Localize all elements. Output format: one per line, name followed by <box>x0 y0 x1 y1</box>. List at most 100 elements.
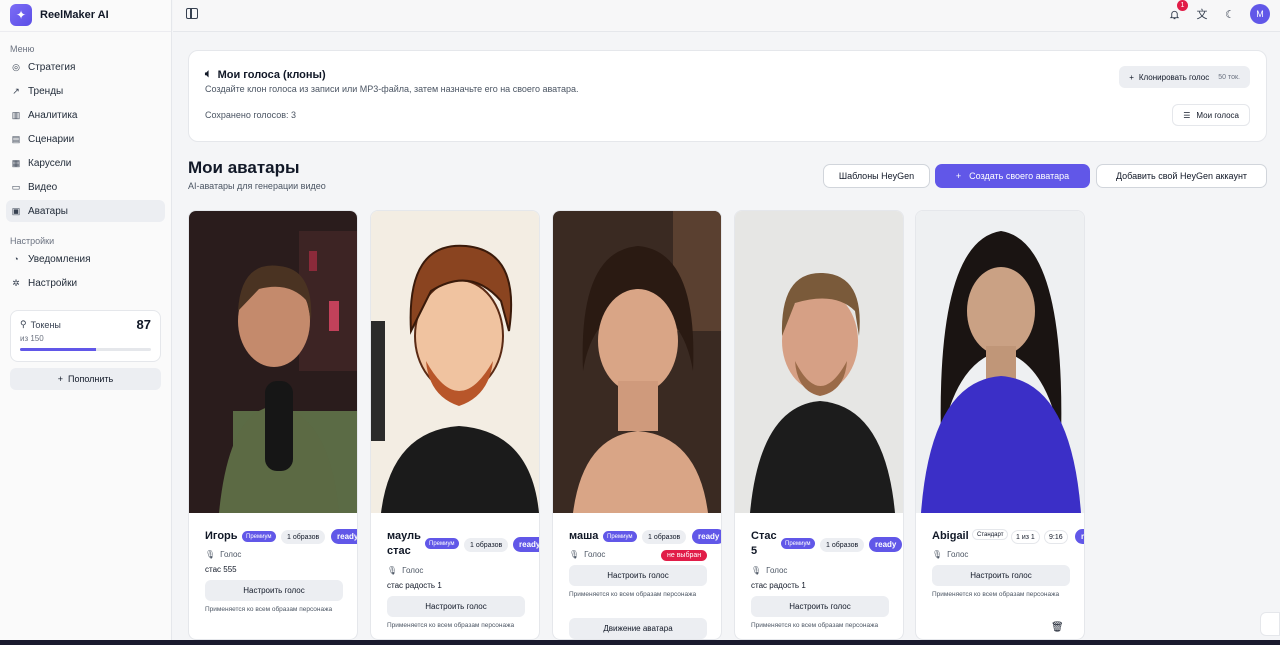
add-heygen-account-button[interactable]: Добавить свой HeyGen аккаунт <box>1096 164 1267 188</box>
sidebar-item-scripts[interactable]: ▤ Сценарии <box>6 128 165 150</box>
voice-note: Применяется ко всем образам персонажа <box>387 622 515 629</box>
configure-voice-button[interactable]: Настроить голос <box>569 565 707 586</box>
voices-description: Создайте клон голоса из записи или MP3-ф… <box>205 84 579 94</box>
speaker-icon: 🔈︎ <box>205 68 212 80</box>
mic-icon: 🎙︎ <box>205 550 216 559</box>
sidebar-item-label: Сценарии <box>28 133 75 145</box>
heygen-templates-button[interactable]: Шаблоны HeyGen <box>823 164 930 188</box>
voice-name: стас радость 1 <box>387 581 442 590</box>
voices-title: Мои голоса (клоны) <box>217 68 326 81</box>
token-icon: ⚲ <box>20 319 27 329</box>
sidebar-item-notifications[interactable]: ◔ Уведомления <box>6 248 165 270</box>
avatars-title: Мои аватары <box>188 158 300 177</box>
tier-badge: Премиум <box>425 538 459 549</box>
list-icon: ☰ <box>1183 110 1191 120</box>
bell-icon <box>1169 10 1179 19</box>
voice-note: Применяется ко всем образам персонажа <box>569 591 697 598</box>
sidebar-item-label: Аватары <box>28 205 68 217</box>
document-icon: ▤ <box>11 133 21 144</box>
create-avatar-button[interactable]: + Создать своего аватара <box>935 164 1090 188</box>
notifications-button[interactable]: 1 <box>1166 0 1188 23</box>
images-badge: 1 образов <box>642 530 687 544</box>
video-icon: ▭ <box>11 181 21 192</box>
sidebar: ✦ ReelMaker AI Меню ◎ Стратегия ↗ Тренды ▥… <box>0 0 172 640</box>
avatar-card[interactable]: мауль стас Премиум 1 образов ready 🎙︎ Голо… <box>370 210 540 640</box>
sidebar-toggle-icon[interactable] <box>186 8 198 19</box>
sidebar-item-label: Карусели <box>28 157 72 169</box>
sparkle-logo-icon: ✦ <box>10 3 32 26</box>
menu-section-label: Меню <box>10 44 35 54</box>
sidebar-item-strategy[interactable]: ◎ Стратегия <box>6 56 165 78</box>
voice-name: стас радость 1 <box>751 581 806 590</box>
avatar-name: Игорь <box>205 530 238 542</box>
brand[interactable]: ✦ ReelMaker AI <box>0 0 171 32</box>
status-badge: ready <box>1075 529 1084 544</box>
theme-moon-icon[interactable]: ☾ <box>1222 5 1238 23</box>
avatar-name-line2: стас <box>387 545 411 557</box>
avatar-card[interactable]: Стас 5 Премиум 1 образов ready 🎙︎ Голос ст… <box>734 210 904 640</box>
avatar-name-line2: 5 <box>751 545 758 557</box>
topup-label: Пополнить <box>68 374 114 384</box>
avatar-photo <box>371 211 539 513</box>
status-badge: ready <box>692 529 721 544</box>
configure-voice-button[interactable]: Настроить голос <box>751 596 889 617</box>
clone-cost: 50 ток. <box>1218 73 1240 81</box>
sidebar-item-avatars[interactable]: ▣ Аватары <box>6 200 165 222</box>
configure-voice-button[interactable]: Настроить голос <box>387 596 525 617</box>
avatar-card[interactable]: маша Премиум 1 образов ready 🎙︎ Голос не … <box>552 210 722 640</box>
avatars-subtitle: AI-аватары для генерации видео <box>188 181 326 191</box>
browser-extension-icon[interactable] <box>1260 612 1280 636</box>
avatar-card[interactable]: Игорь Премиум 1 образов ready 🎙︎ Голос ст… <box>188 210 358 640</box>
voice-name: стас 555 <box>205 565 237 574</box>
sidebar-item-trends[interactable]: ↗ Тренды <box>6 80 165 102</box>
gear-icon: ✲ <box>12 277 20 288</box>
status-badge: ready <box>869 537 903 552</box>
tokens-label-wrap: ⚲ Токены <box>20 319 61 330</box>
avatar-name-line1: мауль <box>387 530 421 542</box>
mic-icon: 🎙︎ <box>387 566 398 575</box>
voice-note: Применяется ко всем образам персонажа <box>932 591 1060 598</box>
topup-button[interactable]: + Пополнить <box>10 368 161 390</box>
compass-icon: ◎ <box>12 61 20 72</box>
my-voices-button[interactable]: ☰ Мои голоса <box>1172 104 1250 126</box>
voice-row: 🎙︎ Голос <box>569 550 605 559</box>
avatar-motion-button[interactable]: Движение аватара <box>569 618 707 639</box>
trash-icon[interactable]: 🗑︎ <box>1051 622 1064 633</box>
notification-badge: 1 <box>1177 0 1188 11</box>
language-icon[interactable]: 文 <box>1194 5 1210 23</box>
images-badge: 1 образов <box>820 538 865 552</box>
os-taskbar <box>0 640 1280 645</box>
voice-row: 🎙︎ Голос <box>932 550 968 559</box>
sidebar-item-carousels[interactable]: ▦ Карусели <box>6 152 165 174</box>
avatar-photo <box>916 211 1084 513</box>
voices-card: 🔈︎ Мои голоса (клоны) Создайте клон голос… <box>188 50 1267 142</box>
user-avatar[interactable]: M <box>1250 4 1270 24</box>
tier-badge: Стандарт <box>972 529 1009 540</box>
configure-voice-button[interactable]: Настроить голос <box>932 565 1070 586</box>
mic-icon: 🎙︎ <box>569 550 580 559</box>
create-avatar-label: Создать своего аватара <box>969 171 1070 181</box>
sidebar-item-label: Аналитика <box>28 109 78 121</box>
sidebar-item-settings[interactable]: ✲ Настройки <box>6 272 165 294</box>
avatar-name: Abigail <box>932 530 969 542</box>
voices-saved-count: Сохранено голосов: 3 <box>205 110 297 120</box>
topbar: 1 文 ☾ M <box>173 0 1280 32</box>
settings-section-label: Настройки <box>10 236 55 246</box>
avatar-name: мауль стас <box>387 529 421 559</box>
sidebar-item-label: Тренды <box>28 85 64 97</box>
avatar-card[interactable]: Abigail Стандарт 1 из 1 9:16 ready 🎙︎ Гол… <box>915 210 1085 640</box>
clone-voice-button[interactable]: + Клонировать голос 50 ток. <box>1119 66 1250 88</box>
voice-row: 🎙︎ Голос <box>387 566 423 575</box>
tokens-of: из 150 <box>20 334 44 343</box>
sidebar-item-video[interactable]: ▭ Видео <box>6 176 165 198</box>
avatar-photo <box>553 211 721 513</box>
tier-badge: Премиум <box>603 531 637 542</box>
images-badge: 1 образов <box>464 538 509 552</box>
clone-voice-label: Клонировать голос <box>1138 72 1210 82</box>
tokens-label: Токены <box>30 319 61 330</box>
images-badge: 1 из 1 <box>1011 530 1040 544</box>
plus-icon: + <box>955 171 962 181</box>
sidebar-item-analytics[interactable]: ▥ Аналитика <box>6 104 165 126</box>
images-badge: 1 образов <box>281 530 326 544</box>
configure-voice-button[interactable]: Настроить голос <box>205 580 343 601</box>
